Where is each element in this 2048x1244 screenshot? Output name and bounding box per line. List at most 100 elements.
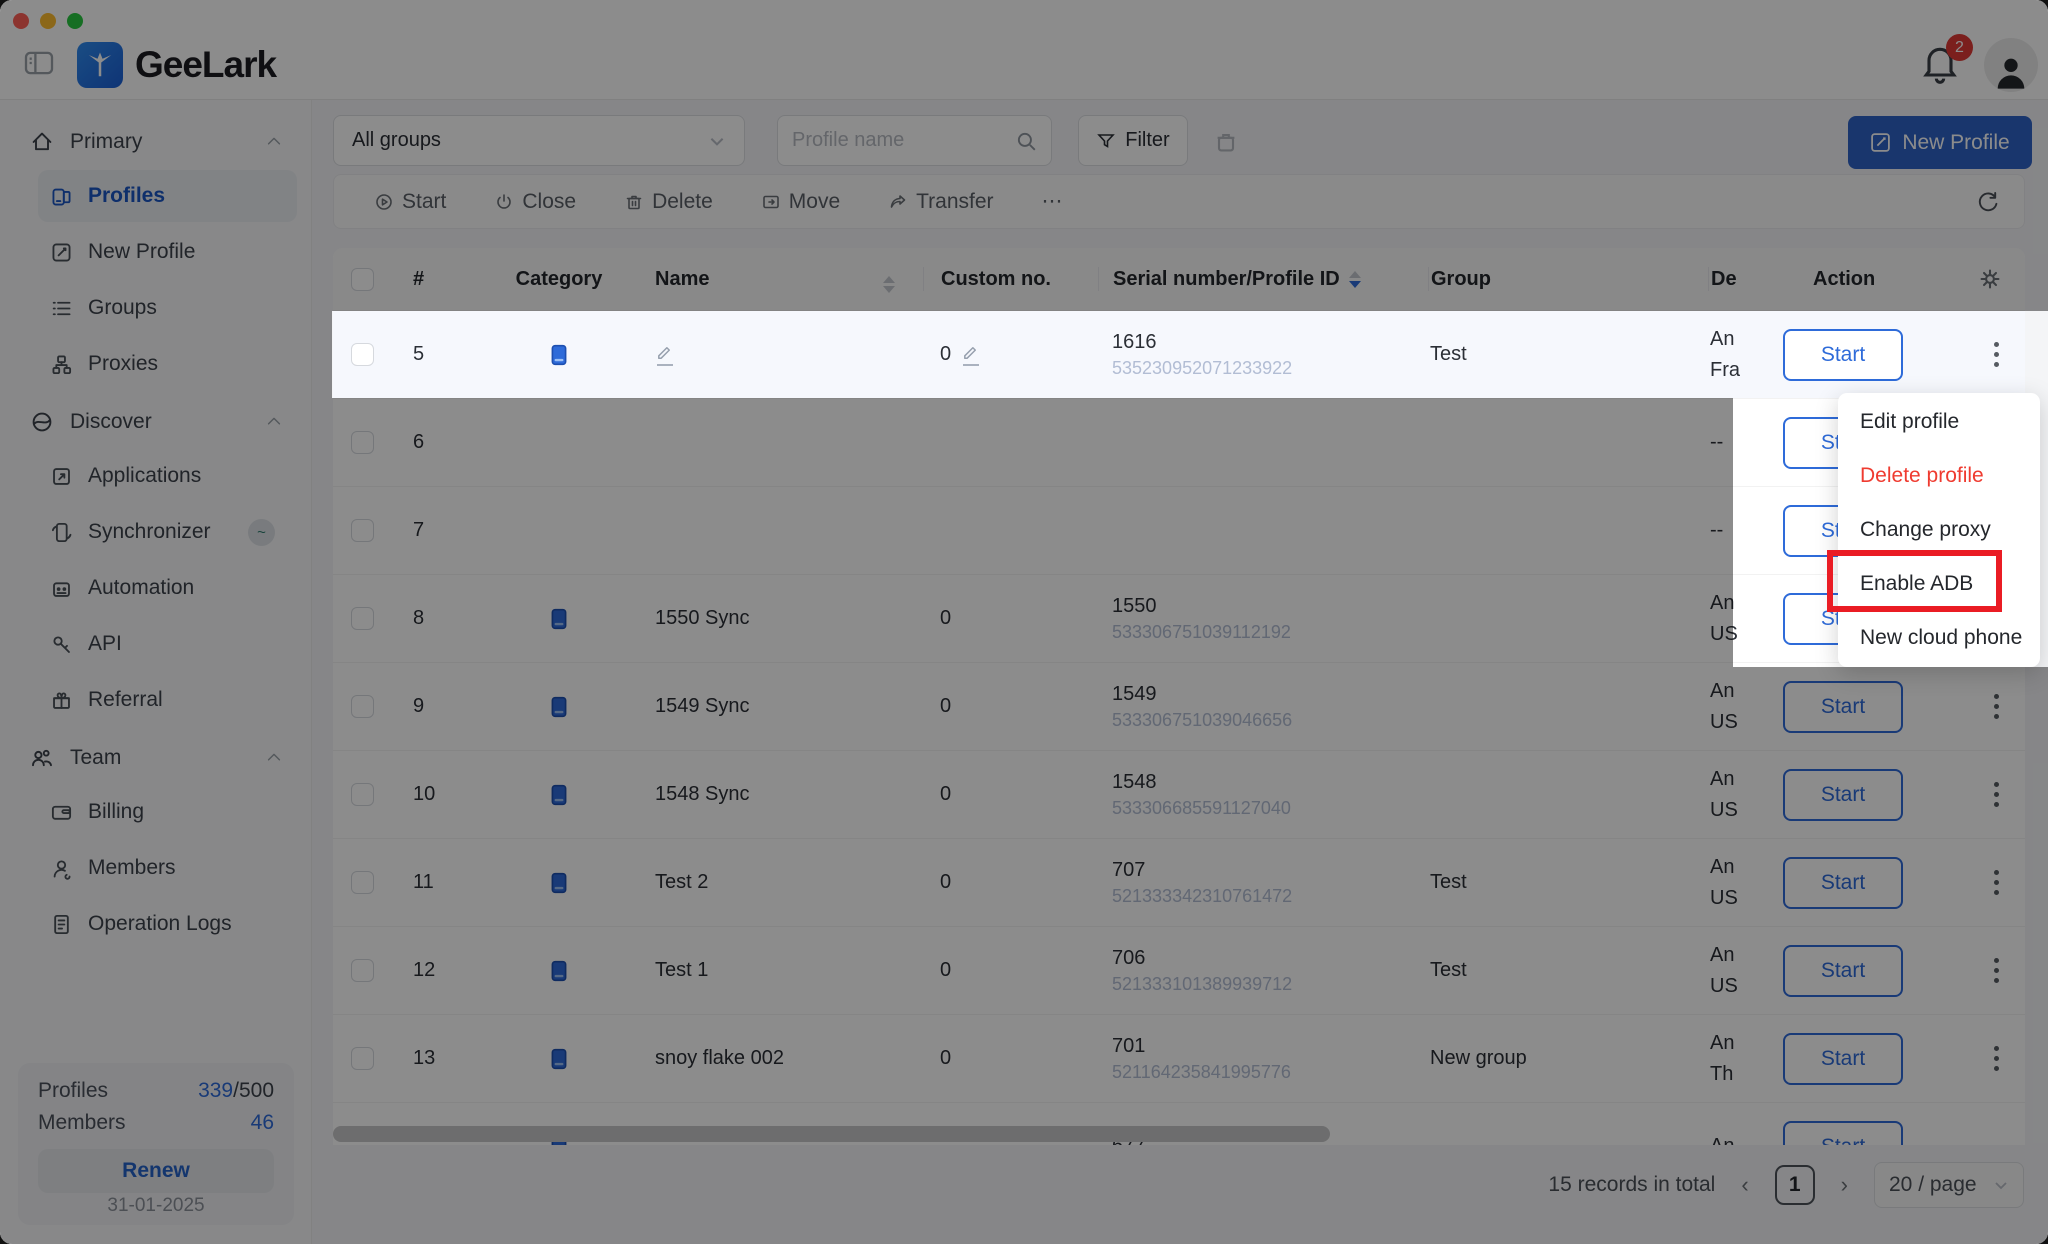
profile-name-search-input[interactable]: Profile name xyxy=(777,115,1052,166)
row-more-actions-icon[interactable] xyxy=(1994,958,1999,983)
menu-item-delete-profile[interactable]: Delete profile xyxy=(1838,449,2040,503)
sort-icon[interactable] xyxy=(883,276,895,293)
profiles-usage-label: Profiles xyxy=(38,1079,108,1103)
group-filter-select[interactable]: All groups xyxy=(333,115,745,166)
menu-item-enable-adb[interactable]: Enable ADB xyxy=(1838,557,2040,611)
new-profile-button[interactable]: New Profile xyxy=(1848,116,2032,169)
bulk-play-button[interactable]: Start xyxy=(374,190,446,214)
zoom-window-button[interactable] xyxy=(67,13,83,29)
bulk-more-button[interactable]: ⋯ xyxy=(1042,189,1063,214)
row-number: 12 xyxy=(379,959,485,982)
sidebar-item-api[interactable]: API xyxy=(38,618,297,670)
sidebar-item-billing[interactable]: Billing xyxy=(38,786,297,838)
row-more-actions-icon[interactable] xyxy=(1994,694,1999,719)
sidebar-group-team[interactable]: Team xyxy=(0,730,311,786)
sidebar-group-discover[interactable]: Discover xyxy=(0,394,311,450)
column-settings-gear-icon[interactable] xyxy=(1977,266,2003,292)
sidebar-item-groups[interactable]: Groups xyxy=(38,282,297,334)
sidebar-toggle-icon[interactable] xyxy=(24,50,54,76)
row-checkbox[interactable] xyxy=(351,695,374,718)
row-context-menu: Edit profileDelete profileChange proxyEn… xyxy=(1838,393,2040,667)
table-row[interactable]: 11Test 20707521333342310761472TestAnUSSt… xyxy=(333,839,2025,927)
profiles-table: #CategoryNameCustom no.Serial number/Pro… xyxy=(333,248,2025,1145)
search-placeholder: Profile name xyxy=(792,129,904,152)
bulk-transfer-button[interactable]: Transfer xyxy=(888,190,993,214)
row-checkbox[interactable] xyxy=(351,431,374,454)
sidebar-item-proxies[interactable]: Proxies xyxy=(38,338,297,390)
current-page[interactable]: 1 xyxy=(1775,1165,1815,1205)
sidebar-item-members[interactable]: Members xyxy=(38,842,297,894)
members-usage-label: Members xyxy=(38,1111,126,1135)
row-checkbox[interactable] xyxy=(351,959,374,982)
bulk-trash-button[interactable]: Delete xyxy=(624,190,713,214)
chevron-up-icon xyxy=(265,133,283,151)
clear-filter-icon[interactable] xyxy=(1212,128,1240,156)
sort-icon[interactable] xyxy=(1349,271,1361,288)
table-row[interactable]: 81550 Sync01550533306751039112192AnUSSta… xyxy=(333,575,2025,663)
refresh-icon[interactable] xyxy=(1976,190,2000,214)
row-checkbox[interactable] xyxy=(351,783,374,806)
table-row[interactable]: 12Test 10706521333101389939712TestAnUSSt… xyxy=(333,927,2025,1015)
next-page-icon[interactable]: › xyxy=(1841,1172,1848,1198)
close-window-button[interactable] xyxy=(13,13,29,29)
table-row[interactable]: 101548 Sync01548533306685591127040AnUSSt… xyxy=(333,751,2025,839)
renew-button[interactable]: Renew xyxy=(38,1149,274,1193)
edit-pencil-icon[interactable] xyxy=(655,343,674,366)
row-checkbox[interactable] xyxy=(351,1047,374,1070)
row-more-actions-icon[interactable] xyxy=(1994,782,1999,807)
profile-id: 533306751039046656 xyxy=(1112,708,1292,732)
menu-item-edit-profile[interactable]: Edit profile xyxy=(1838,395,2040,449)
sidebar-item-profiles[interactable]: Profiles xyxy=(38,170,297,222)
start-button[interactable]: Start xyxy=(1783,945,1903,997)
sidebar-item-operation-logs[interactable]: Operation Logs xyxy=(38,898,297,950)
sidebar-item-synchronizer[interactable]: Synchronizer~ xyxy=(38,506,297,558)
start-button[interactable]: Start xyxy=(1783,329,1903,381)
page-size-select[interactable]: 20 / page xyxy=(1874,1162,2024,1208)
sidebar-item-applications[interactable]: Applications xyxy=(38,450,297,502)
horizontal-scrollbar[interactable] xyxy=(333,1126,1330,1142)
table-row[interactable]: 7--Start xyxy=(333,487,2025,575)
edit-pencil-icon[interactable] xyxy=(961,343,980,366)
notifications-button[interactable]: 2 xyxy=(1918,42,1966,90)
select-all-checkbox[interactable] xyxy=(351,268,374,291)
menu-item-change-proxy[interactable]: Change proxy xyxy=(1838,503,2040,557)
table-row[interactable]: 6--Start xyxy=(333,399,2025,487)
notification-badge: 2 xyxy=(1946,34,1973,61)
bulk-move-button[interactable]: Move xyxy=(761,190,840,214)
prev-page-icon[interactable]: ‹ xyxy=(1741,1172,1748,1198)
sidebar-item-automation[interactable]: Automation xyxy=(38,562,297,614)
table-row[interactable]: 13snoy flake 0020701521164235841995776Ne… xyxy=(333,1015,2025,1103)
column-header-action: Action xyxy=(1783,266,2025,292)
row-more-actions-icon[interactable] xyxy=(1994,342,1999,367)
sidebar-item-new-profile[interactable]: New Profile xyxy=(38,226,297,278)
start-button[interactable]: Start xyxy=(1783,857,1903,909)
row-more-actions-icon[interactable] xyxy=(1994,870,1999,895)
bulk-power-button[interactable]: Close xyxy=(494,190,576,214)
table-row[interactable]: 501616535230952071233922TestAnFraStart xyxy=(333,311,2025,399)
row-checkbox[interactable] xyxy=(351,607,374,630)
row-checkbox[interactable] xyxy=(351,519,374,542)
table-row[interactable]: 91549 Sync01549533306751039046656AnUSSta… xyxy=(333,663,2025,751)
transfer-icon xyxy=(888,192,908,212)
device-info: An xyxy=(1710,1131,1734,1145)
minimize-window-button[interactable] xyxy=(40,13,56,29)
referral-icon xyxy=(50,689,73,712)
row-checkbox[interactable] xyxy=(351,871,374,894)
row-more-actions-icon[interactable] xyxy=(1994,1046,1999,1071)
profiles-total: /500 xyxy=(233,1079,274,1102)
column-header-name: Name xyxy=(633,266,923,293)
row-number: 8 xyxy=(379,607,485,630)
row-checkbox[interactable] xyxy=(351,343,374,366)
start-button[interactable]: Start xyxy=(1783,681,1903,733)
sidebar-item-referral[interactable]: Referral xyxy=(38,674,297,726)
filter-button[interactable]: Filter xyxy=(1078,115,1188,166)
start-button[interactable]: Start xyxy=(1783,1121,1903,1146)
start-button[interactable]: Start xyxy=(1783,769,1903,821)
sidebar-group-primary[interactable]: Primary xyxy=(0,114,311,170)
start-button[interactable]: Start xyxy=(1783,1033,1903,1085)
menu-item-new-cloud-phone[interactable]: New cloud phone xyxy=(1838,611,2040,665)
user-avatar[interactable] xyxy=(1984,38,2038,92)
logs-icon xyxy=(50,913,73,936)
bulk-action-label: Delete xyxy=(652,190,713,214)
members-count: 46 xyxy=(251,1111,274,1135)
